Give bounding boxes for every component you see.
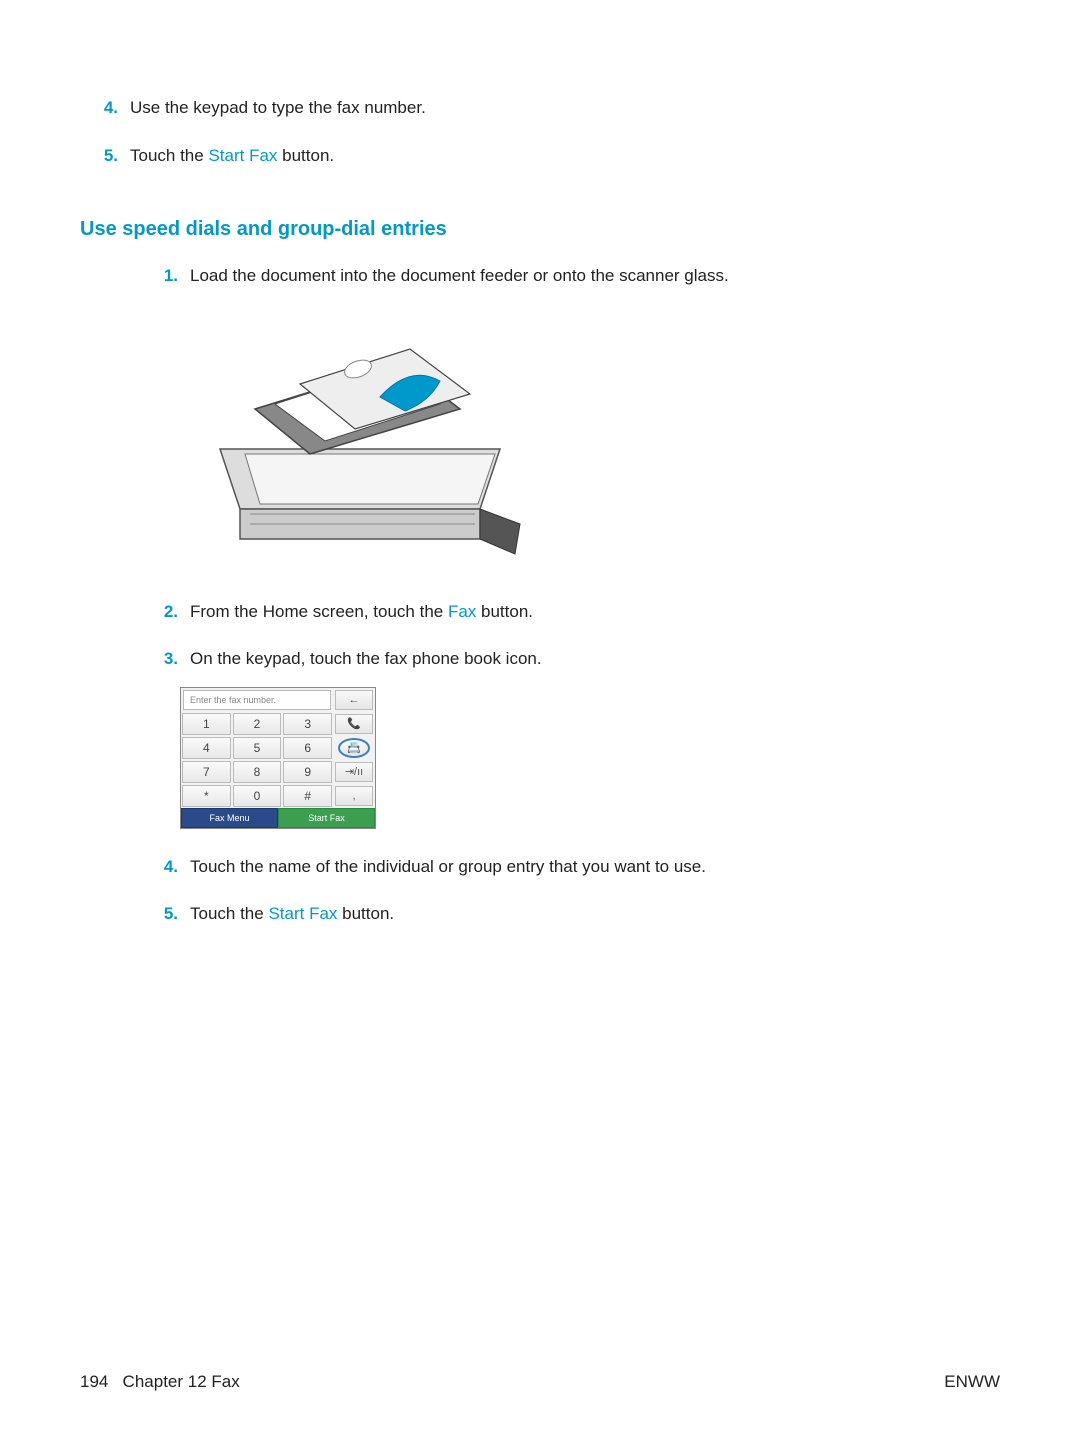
page-number: 194 (80, 1372, 108, 1391)
redial-icon: 📞 (335, 714, 373, 734)
footer-right: ENWW (944, 1372, 1000, 1392)
keypad-0: 0 (233, 785, 282, 807)
step-1: 1. Load the document into the document f… (160, 263, 1000, 289)
keypad-star: * (182, 785, 231, 807)
step-4-top: 4. Use the keypad to type the fax number… (100, 95, 1000, 121)
pause-icon: ⇥/ıı (335, 762, 373, 782)
step-number: 4. (100, 95, 130, 121)
chapter-label: Chapter 12 Fax (123, 1372, 240, 1391)
step-text: Use the keypad to type the fax number. (130, 95, 1000, 121)
keypad-8: 8 (233, 761, 282, 783)
fax-link: Fax (448, 602, 476, 621)
step-text: Touch the name of the individual or grou… (190, 854, 1000, 880)
keypad-7: 7 (182, 761, 231, 783)
step-5: 5. Touch the Start Fax button. (160, 901, 1000, 927)
keypad-6: 6 (283, 737, 332, 759)
page-footer: 194 Chapter 12 Fax ENWW (80, 1372, 1000, 1392)
step-5-top: 5. Touch the Start Fax button. (100, 143, 1000, 169)
step-text: From the Home screen, touch the Fax butt… (190, 599, 1000, 625)
section-heading: Use speed dials and group-dial entries (80, 218, 1000, 241)
keypad-5: 5 (233, 737, 282, 759)
step-3: 3. On the keypad, touch the fax phone bo… (160, 646, 1000, 672)
backspace-icon: ← (335, 690, 373, 710)
printer-illustration (180, 309, 540, 569)
keypad-4: 4 (182, 737, 231, 759)
step-text: Touch the Start Fax button. (130, 143, 1000, 169)
keypad-9: 9 (283, 761, 332, 783)
start-fax-link: Start Fax (208, 146, 277, 165)
keypad-3: 3 (283, 713, 332, 735)
start-fax-button: Start Fax (278, 808, 375, 828)
step-number: 4. (160, 854, 190, 880)
keypad-hash: # (283, 785, 332, 807)
step-number: 1. (160, 263, 190, 289)
step-text: Load the document into the document feed… (190, 263, 1000, 289)
step-2: 2. From the Home screen, touch the Fax b… (160, 599, 1000, 625)
keypad-2: 2 (233, 713, 282, 735)
step-text: On the keypad, touch the fax phone book … (190, 646, 1000, 672)
step-text: Touch the Start Fax button. (190, 901, 1000, 927)
keypad-1: 1 (182, 713, 231, 735)
step-number: 5. (100, 143, 130, 169)
phonebook-icon: 📇 (338, 738, 370, 758)
step-number: 5. (160, 901, 190, 927)
comma-icon: , (335, 786, 373, 806)
keypad-screenshot: Enter the fax number. ← 1 2 3 📞 4 5 6 📇 … (180, 687, 376, 829)
step-number: 3. (160, 646, 190, 672)
step-number: 2. (160, 599, 190, 625)
fax-number-input: Enter the fax number. (183, 690, 331, 710)
step-4: 4. Touch the name of the individual or g… (160, 854, 1000, 880)
fax-menu-button: Fax Menu (181, 808, 278, 828)
start-fax-link: Start Fax (268, 904, 337, 923)
